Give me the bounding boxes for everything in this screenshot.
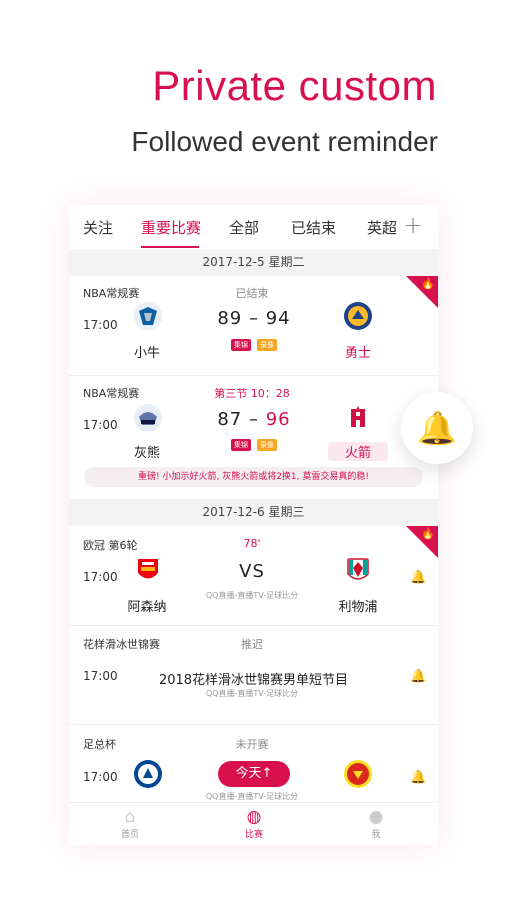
event-title: 2018花样滑冰世锦赛男单短节目: [158, 673, 349, 688]
man-united-logo-icon: [344, 760, 372, 788]
match-status: 78': [243, 537, 261, 550]
bell-icon[interactable]: 🔔: [410, 669, 426, 684]
score: 87 – 96: [217, 409, 291, 430]
match-card[interactable]: 🔥 NBA常规赛 已结束 17:00 小牛 89 – 94 集锦 录像 勇士: [69, 276, 438, 375]
tab-premier-league[interactable]: 英超: [367, 217, 397, 238]
match-time: 17:00: [83, 570, 118, 584]
nav-matches[interactable]: ◍ 比赛: [224, 807, 284, 840]
matches-icon: ◍: [246, 807, 262, 827]
home-team: 灰熊: [133, 446, 160, 461]
rockets-logo-icon: [351, 406, 365, 427]
bell-icon[interactable]: 🔔: [410, 770, 426, 785]
tab-all[interactable]: 全部: [229, 217, 259, 238]
match-status: 未开赛: [235, 738, 269, 751]
match-status: 已结束: [235, 287, 269, 300]
nav-home[interactable]: ⌂ 首页: [100, 807, 160, 840]
liverpool-logo-icon: [347, 558, 369, 580]
match-card[interactable]: 🔥 欧冠 第6轮 78' 17:00 阿森纳 VS QQ直播-直播TV-足球比分…: [69, 526, 438, 625]
highlights-tag[interactable]: 集锦: [231, 339, 251, 351]
home-icon: ⌂: [124, 807, 136, 827]
away-team: 火箭: [328, 442, 388, 461]
broadcast-info: QQ直播-直播TV-足球比分: [205, 689, 299, 698]
league-name: NBA常规赛: [83, 387, 140, 400]
vs-label: VS: [239, 561, 265, 582]
score: 89 – 94: [217, 308, 291, 329]
active-tab-indicator: [141, 246, 199, 248]
away-team: 勇士: [344, 346, 371, 361]
away-score: 94: [265, 308, 291, 329]
home-team: 小牛: [133, 346, 160, 361]
tab-following[interactable]: 关注: [83, 217, 113, 238]
match-status: 第三节 10：28: [214, 387, 290, 400]
nav-me[interactable]: ● 我: [346, 807, 406, 840]
today-button[interactable]: 今天↑: [218, 761, 290, 787]
add-tab-icon[interactable]: +: [403, 211, 423, 239]
flame-icon: 🔥: [421, 527, 435, 540]
broadcast-info: QQ直播-直播TV-足球比分: [205, 591, 299, 600]
nav-label: 首页: [120, 830, 139, 840]
tab-finished[interactable]: 已结束: [291, 217, 336, 238]
away-score: 96: [265, 409, 291, 430]
news-notice[interactable]: 重磅! 小加示好火箭, 灰熊火箭或将2换1, 莫雷交易真的稳!: [84, 467, 423, 487]
flame-icon: 🔥: [421, 277, 435, 290]
arsenal-logo-icon: [138, 559, 158, 579]
tab-bar: 关注 重要比赛 全部 已结束 英超 +: [69, 205, 438, 250]
date-header: 2017-12-6 星期三: [69, 499, 438, 526]
grizzlies-logo-icon: [134, 404, 162, 432]
league-name: 足总杯: [83, 738, 116, 751]
highlights-tag[interactable]: 集锦: [231, 439, 251, 451]
match-time: 17:00: [83, 770, 118, 784]
bell-icon[interactable]: 🔔: [410, 570, 426, 585]
chelsea-logo-icon: [134, 760, 162, 788]
home-score: 87: [217, 409, 243, 430]
replay-tag[interactable]: 录像: [257, 439, 277, 451]
home-team: 阿森纳: [127, 600, 167, 615]
bottom-nav: ⌂ 首页 ◍ 比赛 ● 我: [69, 802, 438, 845]
hero-title: Private custom: [152, 62, 437, 109]
league-name: NBA常规赛: [83, 287, 140, 300]
broadcast-info: QQ直播-直播TV-足球比分: [205, 792, 299, 801]
date-header: 2017-12-5 星期二: [69, 249, 438, 276]
hero-subtitle: Followed event reminder: [131, 126, 438, 157]
match-card[interactable]: 花样滑冰世锦赛 推迟 17:00 2018花样滑冰世锦赛男单短节目 QQ直播-直…: [69, 626, 438, 724]
app-screen: 关注 重要比赛 全部 已结束 英超 + 2017-12-5 星期二 🔥 NBA常…: [69, 205, 438, 845]
mavericks-logo-icon: [134, 302, 162, 330]
match-time: 17:00: [83, 318, 118, 332]
match-time: 17:00: [83, 418, 118, 432]
league-name: 花样滑冰世锦赛: [83, 638, 160, 651]
home-score: 89: [217, 308, 243, 329]
away-team: 利物浦: [338, 600, 378, 615]
match-card[interactable]: NBA常规赛 第三节 10：28 17:00 灰熊 87 – 96 集锦 录像 …: [69, 376, 438, 499]
nav-label: 比赛: [244, 830, 263, 840]
warriors-logo-icon: [344, 302, 372, 330]
league-name: 欧冠 第6轮: [83, 539, 138, 552]
nav-label: 我: [371, 830, 381, 840]
tab-important[interactable]: 重要比赛: [141, 217, 201, 238]
floating-bell-icon[interactable]: 🔔: [401, 392, 473, 464]
match-status: 推迟: [241, 638, 263, 651]
user-icon: ●: [368, 807, 384, 827]
replay-tag[interactable]: 录像: [257, 339, 277, 351]
